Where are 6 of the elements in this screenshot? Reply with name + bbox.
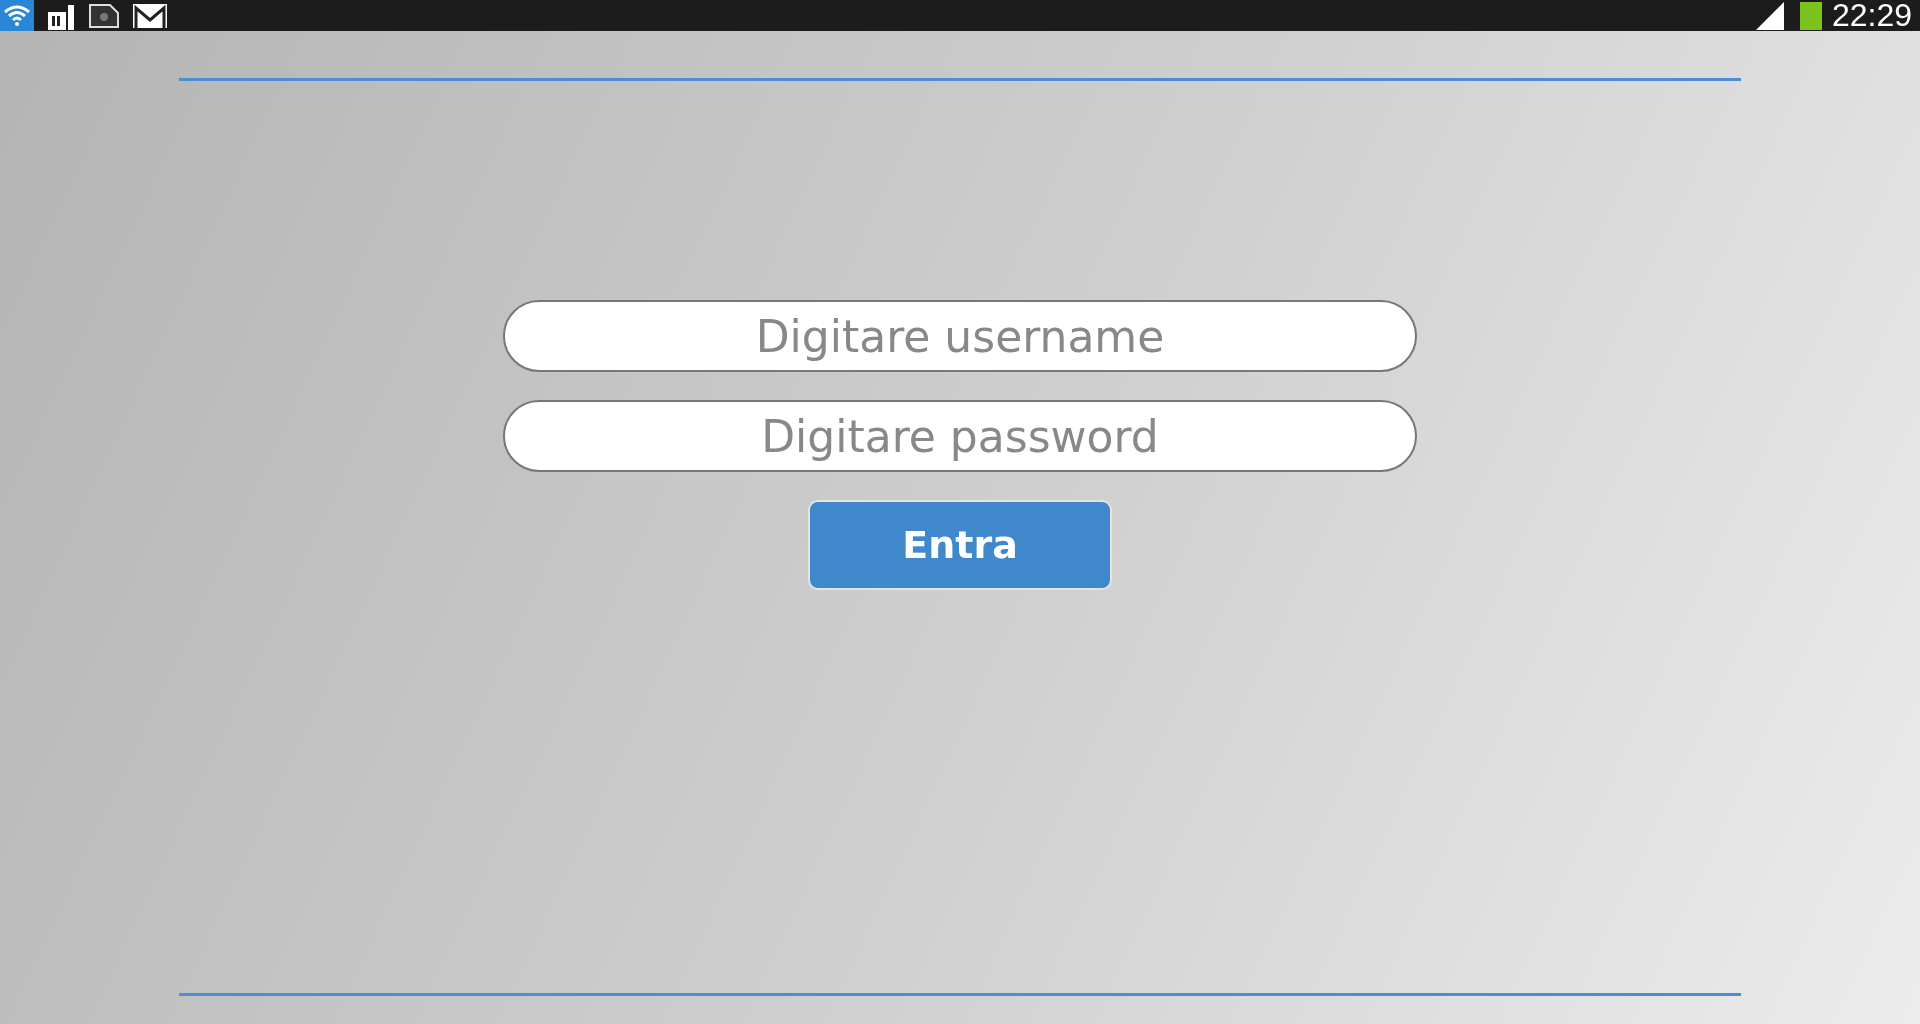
username-field[interactable]: Digitare username (503, 300, 1417, 372)
login-button[interactable]: Entra (808, 500, 1112, 590)
battery-icon (1799, 1, 1822, 30)
password-field[interactable]: Digitare password (503, 400, 1417, 472)
wifi-icon (0, 0, 34, 31)
clock-time: 22:29 (1831, 0, 1912, 31)
